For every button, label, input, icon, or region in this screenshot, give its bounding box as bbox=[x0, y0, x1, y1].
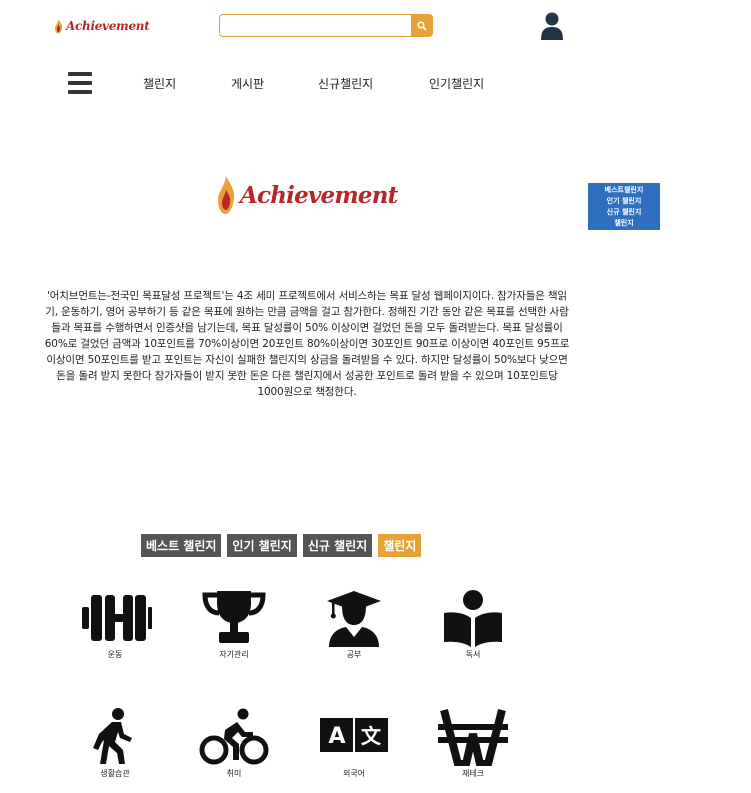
nav-item-popular-challenge[interactable]: 인기챌린지 bbox=[429, 75, 484, 92]
book-reader-icon bbox=[444, 590, 502, 647]
category-study[interactable]: 공부 bbox=[309, 589, 399, 660]
flame-icon bbox=[218, 176, 235, 214]
menu-icon[interactable] bbox=[68, 72, 92, 94]
hero-logo: Achievement bbox=[216, 175, 398, 215]
search-bar bbox=[219, 14, 433, 37]
flame-icon bbox=[55, 19, 63, 33]
search-button[interactable] bbox=[411, 14, 433, 37]
category-finance[interactable]: 재테크 bbox=[428, 708, 518, 779]
search-input[interactable] bbox=[219, 14, 411, 37]
category-exercise[interactable]: 운동 bbox=[70, 589, 160, 660]
svg-text:A: A bbox=[328, 724, 345, 749]
category-label: 재테크 bbox=[461, 769, 485, 778]
side-link-challenge[interactable]: 챌린지 bbox=[614, 218, 633, 229]
challenge-tabs: 베스트 챌린지 인기 챌린지 신규 챌린지 챌린지 bbox=[141, 534, 422, 557]
dumbbell-icon bbox=[82, 595, 152, 641]
category-label: 취미 bbox=[226, 769, 242, 778]
tab-popular[interactable]: 인기 챌린지 bbox=[227, 534, 297, 557]
tab-new[interactable]: 신규 챌린지 bbox=[302, 534, 373, 557]
cyclist-icon bbox=[199, 708, 269, 765]
category-lifestyle[interactable]: 생활습관 bbox=[70, 708, 160, 779]
side-link-new[interactable]: 신규 챌린지 bbox=[607, 207, 642, 218]
trophy-icon bbox=[202, 591, 266, 643]
nav-item-new-challenge[interactable]: 신규챌린지 bbox=[318, 75, 373, 92]
search-icon bbox=[417, 20, 427, 31]
tab-best[interactable]: 베스트 챌린지 bbox=[141, 534, 222, 557]
side-link-best[interactable]: 베스트챌린지 bbox=[605, 185, 644, 196]
nav-item-board[interactable]: 게시판 bbox=[231, 75, 264, 92]
category-language[interactable]: A 文 외국어 bbox=[309, 708, 399, 779]
user-icon[interactable] bbox=[540, 12, 564, 40]
won-icon bbox=[438, 708, 508, 766]
walking-icon bbox=[93, 708, 132, 764]
svg-text:文: 文 bbox=[361, 724, 382, 748]
logo-wordmark: Achievement bbox=[66, 19, 150, 33]
category-label: 공부 bbox=[346, 650, 362, 659]
category-label: 운동 bbox=[107, 650, 123, 659]
hero-wordmark: Achievement bbox=[240, 181, 398, 209]
category-label: 외국어 bbox=[342, 769, 366, 778]
category-label: 생활습관 bbox=[100, 769, 130, 778]
translate-icon: A 文 bbox=[320, 718, 388, 752]
category-label: 독서 bbox=[465, 650, 481, 659]
intro-text: '어치브먼트는-전국민 목표달성 프로젝트'는 4조 세미 프로젝트에서 서비스… bbox=[44, 290, 570, 398]
graduate-icon bbox=[327, 591, 381, 647]
side-link-popular[interactable]: 인기 챌린지 bbox=[607, 196, 642, 207]
tab-challenge[interactable]: 챌린지 bbox=[378, 534, 422, 557]
nav-item-challenge[interactable]: 챌린지 bbox=[143, 75, 176, 92]
side-quick-menu: 베스트챌린지 인기 챌린지 신규 챌린지 챌린지 bbox=[588, 183, 660, 230]
category-label: 자기관리 bbox=[219, 650, 249, 659]
category-self-care[interactable]: 자기관리 bbox=[189, 589, 279, 660]
header-logo[interactable]: Achievement bbox=[53, 17, 150, 35]
category-hobby[interactable]: 취미 bbox=[189, 708, 279, 779]
category-reading[interactable]: 독서 bbox=[428, 589, 518, 660]
